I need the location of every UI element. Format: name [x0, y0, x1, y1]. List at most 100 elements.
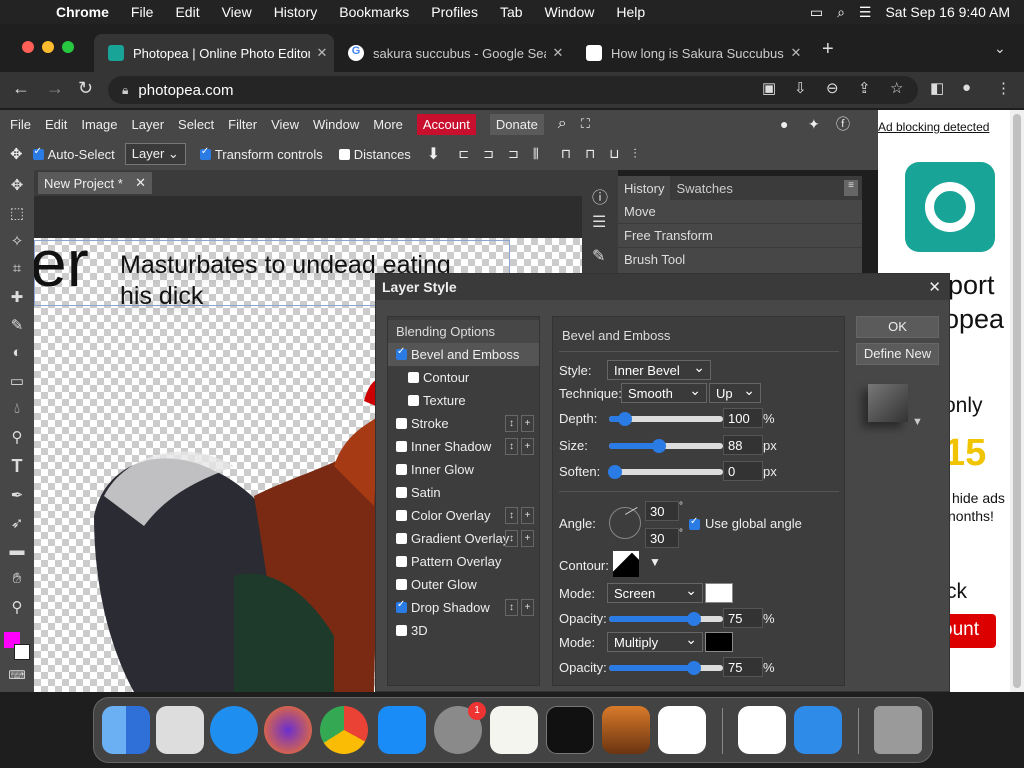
reorder-icon[interactable]: ↕: [505, 599, 518, 616]
minimize-window-button[interactable]: [42, 41, 54, 53]
shadow-color-swatch[interactable]: [705, 632, 733, 652]
align-top-icon[interactable]: ⊓: [561, 146, 571, 162]
facebook-icon[interactable]: ⓕ: [836, 114, 850, 134]
download-icon[interactable]: ⬇: [427, 144, 440, 164]
angle-input[interactable]: 30: [645, 501, 679, 521]
crop-tool-icon[interactable]: ⌗: [7, 260, 27, 280]
visual-studio-icon[interactable]: [738, 706, 786, 754]
ok-button[interactable]: OK: [856, 316, 939, 338]
altitude-input[interactable]: 30: [645, 528, 679, 548]
distribute-h-icon[interactable]: ⫼: [533, 146, 539, 162]
info-icon[interactable]: ⓘ: [592, 184, 608, 208]
style-list-item[interactable]: Drop Shadow ↕+: [388, 596, 539, 619]
textedit-icon[interactable]: [490, 706, 538, 754]
pp-menu-file[interactable]: File: [10, 117, 31, 132]
style-checkbox[interactable]: [408, 372, 419, 383]
auto-select-checkbox[interactable]: [32, 146, 44, 160]
trash-icon[interactable]: [874, 706, 922, 754]
menu-window[interactable]: Window: [545, 4, 595, 20]
healing-tool-icon[interactable]: ✚: [7, 288, 27, 308]
terminal-icon[interactable]: [546, 706, 594, 754]
style-list-item[interactable]: Inner Shadow ↕ +: [388, 435, 539, 458]
firefox-icon[interactable]: [264, 706, 312, 754]
donate-button[interactable]: Donate: [489, 113, 544, 135]
install-icon[interactable]: ⇩: [794, 79, 807, 97]
global-angle-checkbox[interactable]: [689, 516, 700, 530]
kebab-menu-icon[interactable]: ⋮: [996, 79, 1011, 97]
reorder-icon[interactable]: ↕: [505, 438, 518, 455]
align-middle-icon[interactable]: ⊓: [585, 146, 595, 162]
bookmark-star-icon[interactable]: ☆: [890, 79, 903, 97]
direction-select[interactable]: Up: [709, 382, 761, 403]
style-checkbox[interactable]: [396, 533, 407, 544]
angle-dial[interactable]: [609, 507, 641, 539]
style-checkbox[interactable]: [396, 346, 407, 360]
style-list-item[interactable]: Color Overlay ↕ +: [388, 504, 539, 527]
history-item[interactable]: Move: [618, 200, 862, 224]
menu-app[interactable]: Chrome: [56, 4, 109, 20]
page-scrollbar[interactable]: [1010, 110, 1024, 692]
pp-menu-filter[interactable]: Filter: [228, 117, 257, 132]
app-store-icon[interactable]: [378, 706, 426, 754]
highlight-mode-select[interactable]: Screen: [607, 582, 703, 603]
close-dialog-icon[interactable]: ✕: [928, 278, 941, 296]
depth-slider[interactable]: [609, 412, 723, 426]
search-icon[interactable]: ⌕: [558, 115, 567, 133]
tab-search-icon[interactable]: ⌄: [994, 40, 1006, 57]
gradient-tool-icon[interactable]: ▭: [7, 372, 27, 392]
path-select-icon[interactable]: ➶: [7, 514, 27, 534]
distances-checkbox[interactable]: [338, 148, 350, 160]
pp-menu-image[interactable]: Image: [81, 117, 117, 132]
align-center-icon[interactable]: ⊐: [483, 146, 494, 162]
menu-file[interactable]: File: [131, 4, 154, 20]
close-tab-icon[interactable]: ✕: [310, 45, 334, 61]
size-knob[interactable]: [652, 439, 666, 453]
style-list-item[interactable]: Inner Glow: [388, 458, 539, 481]
vscode-icon[interactable]: [658, 706, 706, 754]
style-checkbox[interactable]: [396, 599, 407, 613]
brush-tool-icon[interactable]: ✎: [7, 316, 27, 336]
add-effect-icon[interactable]: +: [521, 438, 534, 455]
pp-menu-view[interactable]: View: [271, 117, 299, 132]
align-bottom-icon[interactable]: ⊔: [609, 146, 619, 162]
reload-icon[interactable]: ↻: [78, 78, 93, 99]
menu-view[interactable]: View: [222, 4, 252, 20]
pp-menu-select[interactable]: Select: [178, 117, 214, 132]
dodge-tool-icon[interactable]: ⚲: [7, 428, 27, 448]
style-list-item[interactable]: Gradient Overlay ↕ +: [388, 527, 539, 550]
zoom-tool-icon[interactable]: ⚲: [7, 598, 27, 618]
contour-dropdown-icon[interactable]: ▼: [649, 555, 661, 569]
preview-dropdown-icon[interactable]: ▼: [912, 416, 923, 428]
align-right-icon[interactable]: ⊐: [508, 146, 519, 162]
finder-icon[interactable]: [102, 706, 150, 754]
adjust-icon[interactable]: ☰: [592, 212, 606, 232]
clock[interactable]: Sat Sep 16 9:40 AM: [885, 4, 1010, 20]
style-list-item[interactable]: Bevel and Emboss: [388, 343, 539, 366]
menu-help[interactable]: Help: [616, 4, 645, 20]
add-effect-icon[interactable]: +: [521, 530, 534, 547]
style-checkbox[interactable]: [408, 395, 419, 406]
style-list-item[interactable]: Stroke ↕ +: [388, 412, 539, 435]
fullscreen-icon[interactable]: ⛶: [581, 116, 590, 132]
zoom-window-button[interactable]: [62, 41, 74, 53]
menu-profiles[interactable]: Profiles: [431, 4, 478, 20]
garageband-icon[interactable]: [602, 706, 650, 754]
tab-swatches[interactable]: Swatches: [670, 176, 738, 201]
highlight-color-swatch[interactable]: [705, 583, 733, 603]
doc-tab-new-project[interactable]: New Project * ✕: [38, 172, 152, 194]
style-checkbox[interactable]: [396, 556, 407, 567]
style-checkbox[interactable]: [396, 487, 407, 498]
type-tool-icon[interactable]: T: [7, 456, 27, 476]
layer-select[interactable]: Layer ⌄: [124, 143, 186, 165]
marquee-tool-icon[interactable]: ⬚: [7, 204, 27, 224]
eraser-tool-icon[interactable]: ◐: [7, 344, 27, 364]
add-effect-icon[interactable]: +: [521, 415, 534, 432]
account-button[interactable]: Account: [416, 113, 476, 135]
highlight-opacity-slider[interactable]: [609, 612, 723, 626]
shadow-opacity-input[interactable]: 75: [723, 657, 763, 677]
highlight-opacity-knob[interactable]: [687, 612, 701, 626]
depth-knob[interactable]: [618, 412, 632, 426]
screen-mirror-icon[interactable]: ▭: [810, 4, 823, 21]
forward-icon[interactable]: →: [46, 78, 64, 99]
define-new-button[interactable]: Define New: [856, 343, 939, 365]
